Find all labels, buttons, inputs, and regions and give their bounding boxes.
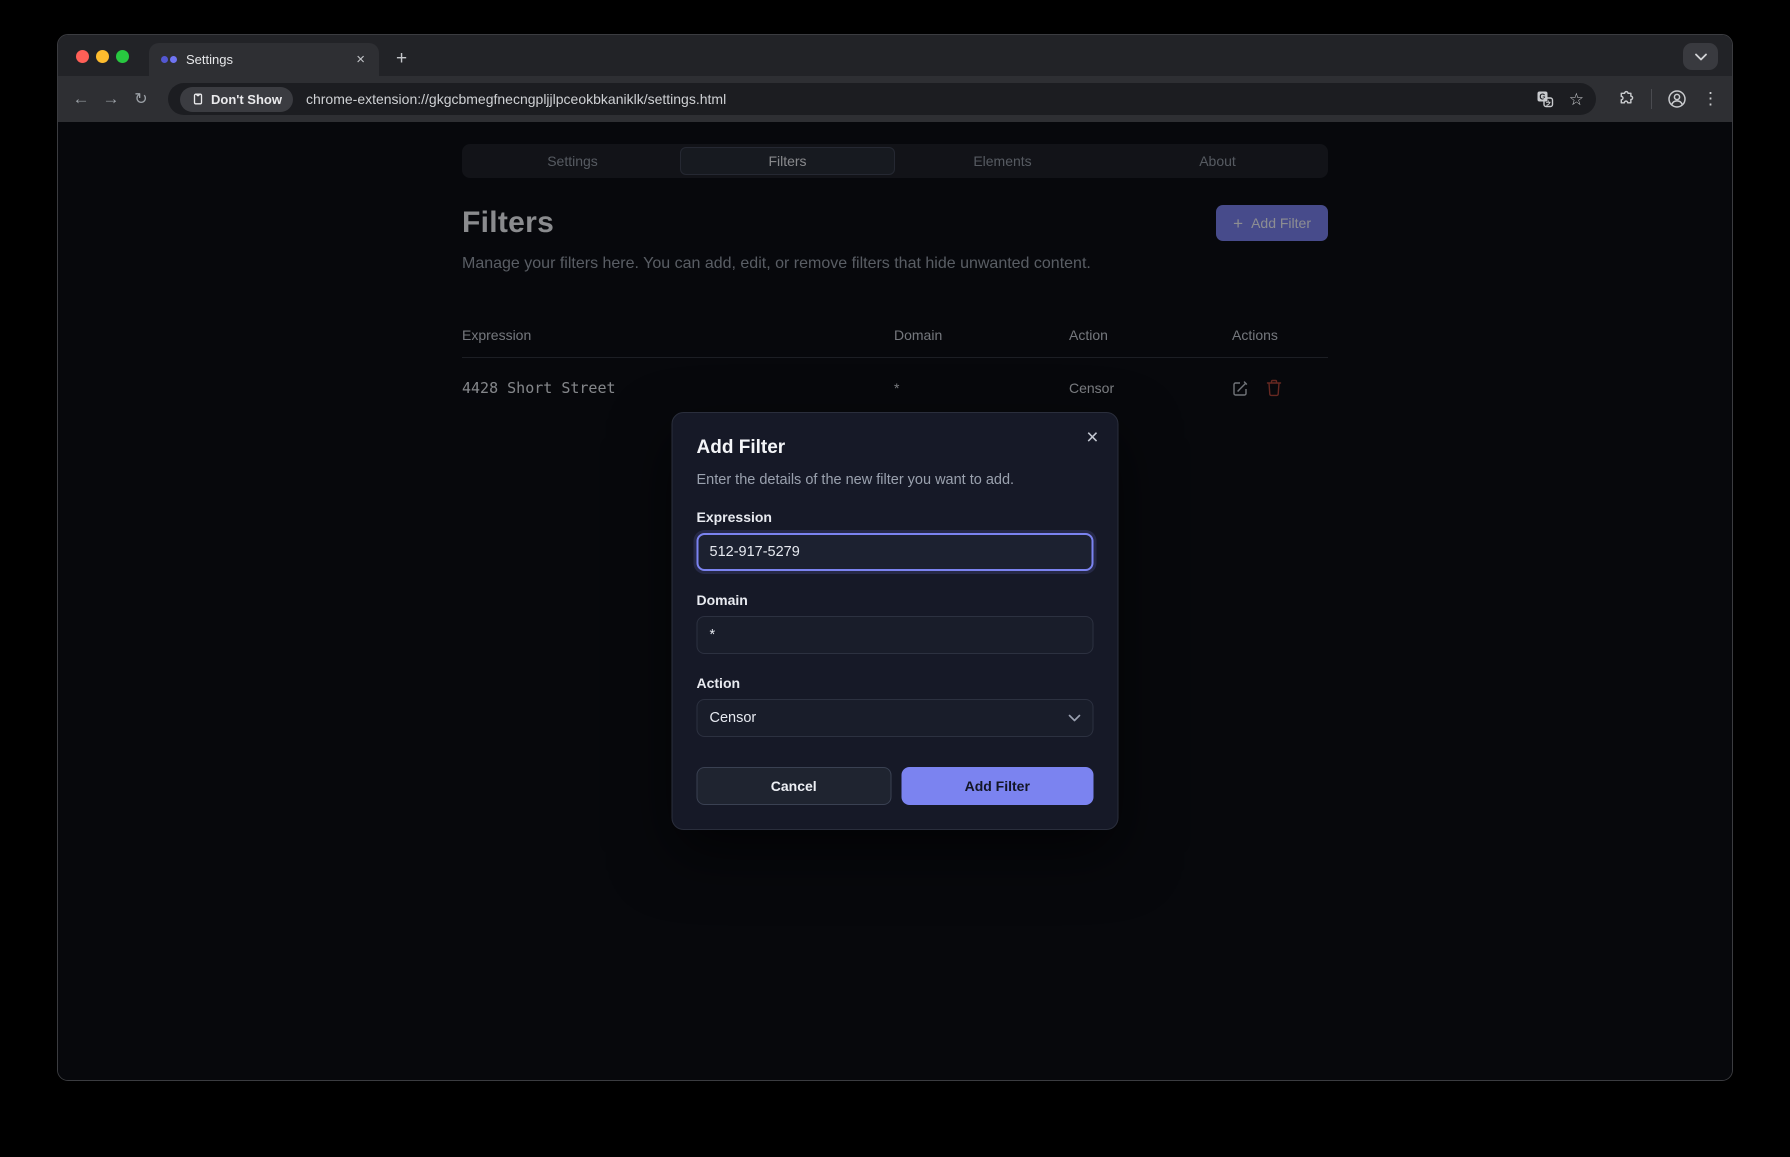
reload-button[interactable]: ↻ [126, 89, 156, 109]
titlebar: Settings × + [58, 35, 1732, 76]
domain-field-label: Domain [697, 592, 1094, 608]
forward-button[interactable]: → [96, 89, 126, 109]
toolbar-divider [1651, 89, 1652, 109]
browser-tab[interactable]: Settings × [149, 43, 379, 76]
browser-toolbar: ← → ↻ Don't Show chrome-extension://gkgc… [58, 76, 1732, 122]
translate-icon[interactable]: G [1536, 90, 1554, 108]
chevron-down-icon [1069, 714, 1081, 722]
tab-title: Settings [186, 52, 354, 67]
extension-favicon [161, 56, 177, 63]
browser-menu-icon[interactable]: ⋮ [1702, 89, 1719, 109]
add-filter-dialog: Add Filter × Enter the details of the ne… [672, 412, 1119, 830]
action-select-value: Censor [710, 710, 757, 726]
action-field-label: Action [697, 675, 1094, 691]
bookmark-star-icon[interactable]: ☆ [1569, 91, 1584, 108]
tab-close-icon[interactable]: × [354, 52, 367, 67]
url-text: chrome-extension://gkgcbmegfnecngpljjlpc… [306, 91, 1536, 107]
extension-chip-icon [191, 92, 205, 106]
new-tab-button[interactable]: + [396, 44, 407, 74]
expression-field-label: Expression [697, 509, 1094, 525]
dialog-close-icon[interactable]: × [1086, 427, 1098, 448]
browser-window: Settings × + ← → ↻ Don't Show chrome-ext… [57, 34, 1733, 1081]
extensions-puzzle-icon[interactable] [1617, 90, 1636, 109]
dialog-description: Enter the details of the new filter you … [697, 472, 1094, 488]
dialog-title: Add Filter [697, 437, 1094, 459]
extension-settings-page: Settings Filters Elements About Filters … [58, 122, 1732, 1080]
tab-search-button[interactable] [1683, 43, 1718, 70]
back-button[interactable]: ← [66, 89, 96, 109]
submit-add-filter-button[interactable]: Add Filter [901, 767, 1094, 805]
macos-minimize-button[interactable] [96, 50, 109, 63]
domain-input[interactable] [697, 616, 1094, 654]
cancel-button[interactable]: Cancel [697, 767, 892, 805]
profile-icon[interactable] [1667, 89, 1687, 109]
extension-chip[interactable]: Don't Show [180, 87, 293, 112]
extension-chip-label: Don't Show [211, 92, 282, 107]
macos-zoom-button[interactable] [116, 50, 129, 63]
address-bar[interactable]: Don't Show chrome-extension://gkgcbmegfn… [168, 83, 1596, 115]
action-select[interactable]: Censor [697, 699, 1094, 737]
macos-close-button[interactable] [76, 50, 89, 63]
chevron-down-icon [1695, 53, 1707, 61]
expression-input[interactable] [697, 533, 1094, 571]
